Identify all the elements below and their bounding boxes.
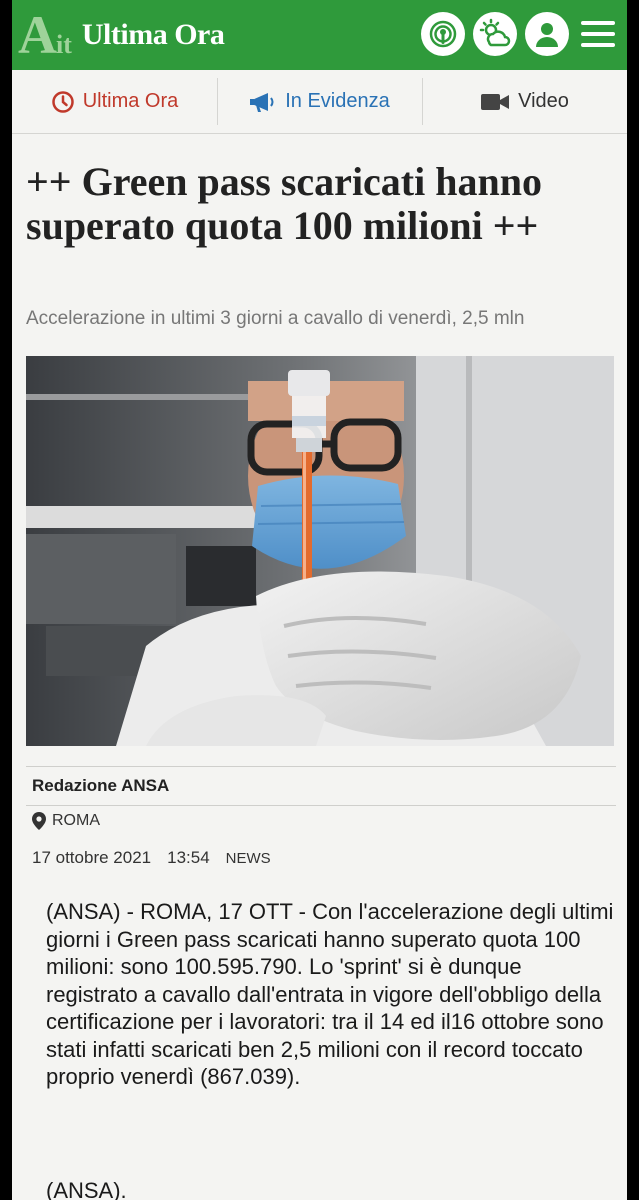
nav-label: Video xyxy=(518,90,569,112)
section-title: Ultima Ora xyxy=(81,18,225,51)
clock-icon xyxy=(51,90,74,113)
site-logo[interactable]: A it xyxy=(18,8,72,62)
nav-tab-video[interactable]: Video xyxy=(422,70,627,133)
weather-icon xyxy=(479,18,511,47)
article-dateline: 17 ottobre 2021 13:54 NEWS xyxy=(32,848,271,868)
location-pin-icon xyxy=(32,812,46,830)
account-button[interactable] xyxy=(525,12,569,56)
article-time: 13:54 xyxy=(167,848,210,867)
nav-tab-in-evidenza[interactable]: In Evidenza xyxy=(217,70,422,133)
article-signature: (ANSA). xyxy=(46,1178,127,1200)
photo-illustration xyxy=(26,356,614,746)
megaphone-icon xyxy=(250,92,274,112)
nav-tab-ultima-ora[interactable]: Ultima Ora xyxy=(12,70,217,133)
podcast-button[interactable] xyxy=(421,12,465,56)
article-category[interactable]: NEWS xyxy=(226,850,271,867)
podcast-icon xyxy=(429,20,457,48)
header-actions xyxy=(421,12,615,56)
video-camera-icon xyxy=(481,93,510,110)
app-frame: A it Ultima Ora Ultima Ora In Evidenza V… xyxy=(12,0,627,1200)
article-author[interactable]: Redazione ANSA xyxy=(32,776,169,796)
weather-button[interactable] xyxy=(473,12,517,56)
divider xyxy=(26,805,616,806)
logo-letter: A xyxy=(18,5,57,65)
article-location: ROMA xyxy=(32,812,100,830)
article-subheadline: Accelerazione in ultimi 3 giorni a caval… xyxy=(26,308,525,329)
nav-label: Ultima Ora xyxy=(82,90,179,112)
top-bar: A it Ultima Ora xyxy=(12,0,627,70)
divider xyxy=(26,766,616,767)
menu-icon[interactable] xyxy=(581,21,615,47)
menu-bar xyxy=(581,43,615,47)
menu-bar xyxy=(581,32,615,36)
nav-label: In Evidenza xyxy=(285,90,390,112)
menu-bar xyxy=(581,21,615,25)
article-date: 17 ottobre 2021 xyxy=(32,848,152,867)
article-headline: ++ Green pass scaricati hanno superato q… xyxy=(26,159,542,248)
logo-suffix: it xyxy=(56,30,72,59)
article-body: (ANSA) - ROMA, 17 OTT - Con l'accelerazi… xyxy=(46,899,614,1089)
user-icon xyxy=(536,23,558,47)
location-label: ROMA xyxy=(52,812,100,829)
article-photo[interactable] xyxy=(26,356,614,746)
section-nav: Ultima Ora In Evidenza Video xyxy=(12,70,627,134)
